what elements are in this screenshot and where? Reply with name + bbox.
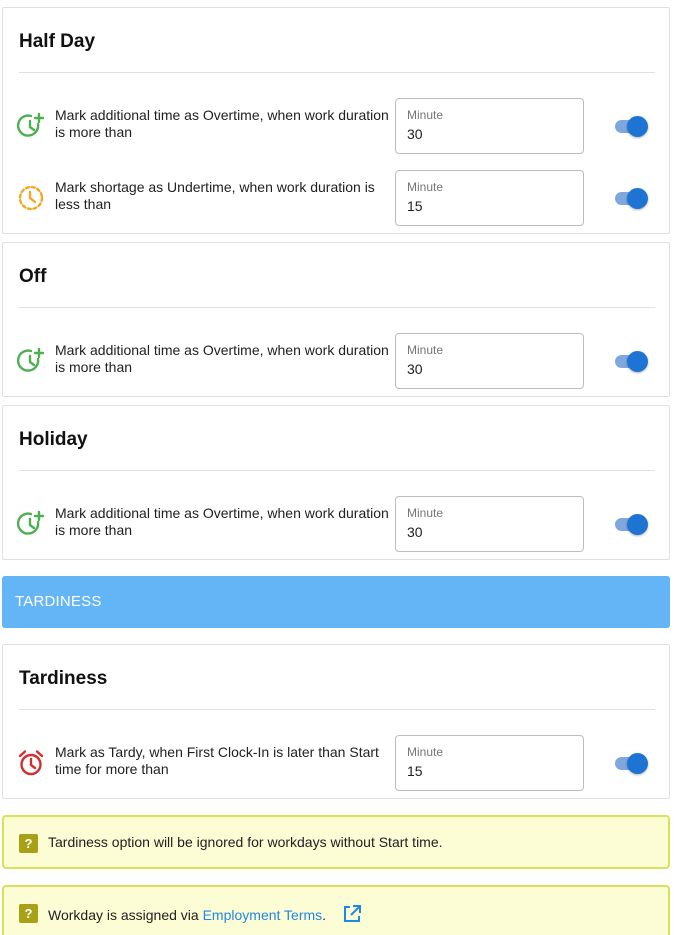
rule-description: Mark shortage as Undertime, when work du… [55,179,375,212]
field-value[interactable]: 15 [407,198,423,214]
divider [19,709,655,710]
overtime-clock-plus-icon [17,510,45,535]
field-value[interactable]: 30 [407,126,423,142]
overtime-rule-row: Mark additional time as Overtime, when w… [3,98,671,154]
field-label: Minute [407,343,444,357]
field-label: Minute [407,108,444,122]
card-title: Holiday [19,429,88,450]
tardy-rule-row: Mark as Tardy, when First Clock-In is la… [3,735,671,791]
tardiness-card: Tardiness Mark as Tardy, when First Cloc… [2,644,670,799]
minute-input[interactable]: Minute 30 [395,98,584,154]
employment-terms-link[interactable]: Employment Terms [203,907,323,923]
undertime-toggle[interactable] [613,188,649,209]
tardiness-notice: ? Tardiness option will be ignored for w… [2,815,670,869]
undertime-rule-row: Mark shortage as Undertime, when work du… [3,170,671,226]
field-value[interactable]: 30 [407,524,423,540]
minute-input[interactable]: Minute 30 [395,496,584,552]
field-value[interactable]: 15 [407,763,423,779]
field-value[interactable]: 30 [407,361,423,377]
minute-input[interactable]: Minute 30 [395,333,584,389]
off-card: Off Mark additional time as Overtime, wh… [2,242,670,397]
external-link-icon[interactable] [342,904,362,924]
card-title: Tardiness [19,668,108,689]
notice-text-after: . [322,907,327,923]
notice-text-before: Workday is assigned via [48,907,203,923]
half-day-card: Half Day Mark additional time as Overtim… [2,7,670,234]
overtime-rule-row: Mark additional time as Overtime, when w… [3,496,671,552]
alarm-clock-icon [18,750,44,776]
field-label: Minute [407,506,444,520]
notice-text: Workday is assigned via Employment Terms… [48,904,362,924]
tardiness-section-header[interactable]: TARDINESS [2,576,670,628]
rule-description: Mark additional time as Overtime, when w… [55,107,389,140]
overtime-rule-row: Mark additional time as Overtime, when w… [3,333,671,389]
overtime-toggle[interactable] [613,116,649,137]
divider [19,72,655,73]
undertime-clock-dashed-icon [18,185,44,211]
card-title: Off [19,266,47,287]
section-header-label: TARDINESS [15,593,102,610]
tardy-toggle[interactable] [613,753,649,774]
rule-description: Mark as Tardy, when First Clock-In is la… [55,744,379,777]
help-icon: ? [19,904,38,923]
overtime-toggle[interactable] [613,514,649,535]
notice-text: Tardiness option will be ignored for wor… [48,834,443,850]
rule-description: Mark additional time as Overtime, when w… [55,505,389,538]
divider [19,307,655,308]
workday-notice: ? Workday is assigned via Employment Ter… [2,885,670,935]
divider [19,470,655,471]
rule-description: Mark additional time as Overtime, when w… [55,342,389,375]
minute-input[interactable]: Minute 15 [395,170,584,226]
field-label: Minute [407,180,444,194]
overtime-toggle[interactable] [613,351,649,372]
holiday-card: Holiday Mark additional time as Overtime… [2,405,670,560]
overtime-clock-plus-icon [17,347,45,372]
minute-input[interactable]: Minute 15 [395,735,584,791]
card-title: Half Day [19,31,96,52]
field-label: Minute [407,745,444,759]
overtime-clock-plus-icon [17,112,45,137]
help-icon: ? [19,834,38,853]
